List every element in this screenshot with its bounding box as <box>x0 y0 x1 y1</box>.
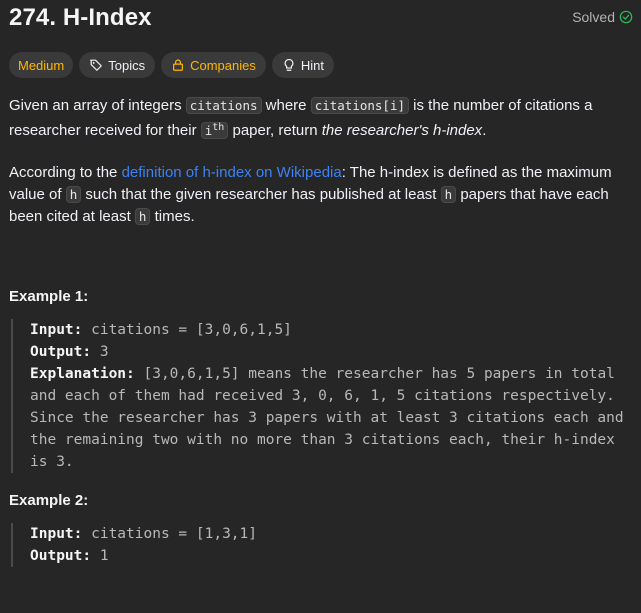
text-span: Given an array of integers <box>9 97 186 114</box>
example-1-block: Input: citations = [3,0,6,1,5] Output: 3… <box>11 319 633 474</box>
emphasis-text: the researcher's h-index <box>321 122 483 140</box>
example-2-title: Example 2: <box>9 492 89 510</box>
inline-code: h <box>65 186 82 204</box>
problem-description-panel: 274. H-Index Solved Medium Topics Compan… <box>0 0 641 613</box>
difficulty-label: Medium <box>18 57 65 73</box>
inline-code: citations <box>185 97 262 114</box>
hint-button[interactable]: Hint <box>271 52 334 78</box>
problem-tags: Medium Topics Companies Hint <box>9 52 633 78</box>
text-span: such that the given researcher has publi… <box>81 186 441 204</box>
input-label: Input: <box>30 322 83 339</box>
example-1-title: Example 1: <box>9 288 89 306</box>
superscript: th <box>212 122 225 133</box>
tag-icon <box>90 59 103 71</box>
topics-label: Topics <box>108 57 146 73</box>
description-paragraph-1: Given an array of integers citations whe… <box>9 95 633 142</box>
wikipedia-link[interactable]: definition of h-index on Wikipedia <box>122 164 342 181</box>
output-label: Output: <box>30 548 92 565</box>
text-span: According to the <box>9 164 122 182</box>
check-circle-icon <box>619 10 633 24</box>
explanation-label: Explanation: <box>30 366 135 383</box>
example-2-block: Input: citations = [1,3,1] Output: 1 <box>11 523 633 568</box>
problem-header: 274. H-Index Solved <box>9 0 633 44</box>
inline-code: citations[i] <box>310 97 410 114</box>
problem-title[interactable]: 274. H-Index <box>9 4 152 32</box>
solved-status: Solved <box>572 9 633 25</box>
hint-label: Hint <box>300 57 324 73</box>
input-label: Input: <box>30 526 83 543</box>
text-span: where <box>261 97 311 114</box>
topics-button[interactable]: Topics <box>79 52 156 78</box>
lock-icon <box>173 59 184 71</box>
solved-label: Solved <box>572 9 615 25</box>
input-value: citations = [3,0,6,1,5] <box>82 322 292 339</box>
difficulty-badge: Medium <box>9 52 74 78</box>
lightbulb-icon <box>284 58 294 71</box>
inline-code: h <box>440 186 457 204</box>
inline-code-sup: ith <box>200 122 229 140</box>
inline-code: h <box>134 208 151 226</box>
text-span: paper, return <box>228 122 322 140</box>
output-value: 3 <box>91 344 109 361</box>
input-value: citations = [1,3,1] <box>82 526 257 543</box>
companies-label: Companies <box>190 57 256 73</box>
text-span: . <box>482 122 487 140</box>
output-value: 1 <box>91 548 109 565</box>
description-paragraph-2: According to the definition of h-index o… <box>9 162 633 228</box>
text-span: times. <box>150 208 195 226</box>
output-label: Output: <box>30 344 92 361</box>
companies-button[interactable]: Companies <box>161 52 266 78</box>
